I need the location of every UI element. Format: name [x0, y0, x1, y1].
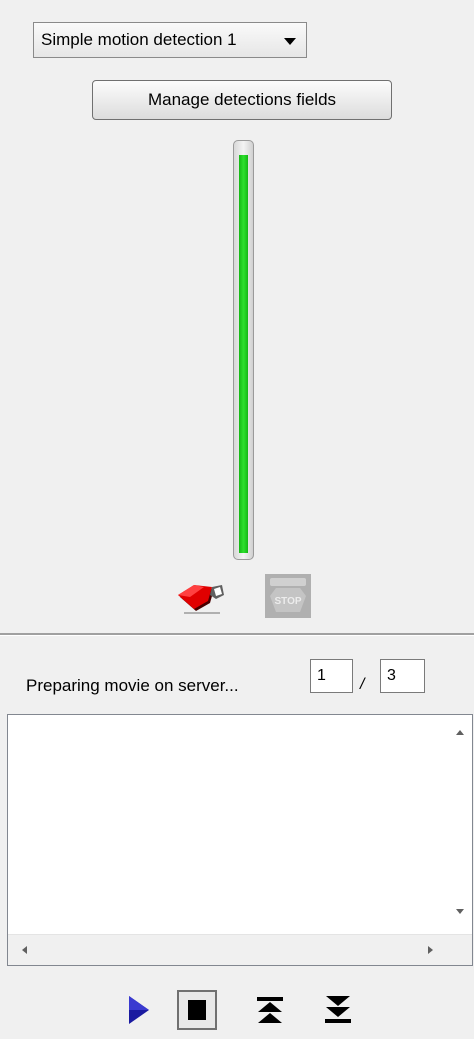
- section-divider: [0, 633, 474, 636]
- skip-to-end-icon: [325, 996, 351, 1023]
- horizontal-scrollbar[interactable]: [8, 934, 472, 965]
- skip-to-start-icon: [257, 997, 283, 1023]
- stop-button[interactable]: [177, 990, 217, 1030]
- part-separator: /: [360, 676, 365, 693]
- stop-sign-icon[interactable]: STOP: [262, 572, 314, 620]
- record-icon[interactable]: [176, 573, 228, 619]
- scroll-right-icon[interactable]: [428, 946, 433, 954]
- total-parts-field[interactable]: 3: [380, 659, 425, 693]
- motion-level-fill: [239, 155, 248, 553]
- status-label: Preparing movie on server...: [26, 676, 239, 695]
- detection-mode-select[interactable]: Simple motion detection 1: [33, 22, 307, 58]
- motion-level-meter: [233, 140, 254, 560]
- chevron-down-icon: [284, 38, 296, 45]
- skip-to-start-button[interactable]: [250, 990, 290, 1030]
- current-part-field[interactable]: 1: [310, 659, 353, 693]
- scroll-left-icon[interactable]: [22, 946, 27, 954]
- play-icon: [129, 996, 149, 1024]
- svg-text:STOP: STOP: [274, 596, 301, 607]
- scroll-down-icon[interactable]: [456, 909, 464, 914]
- manage-detection-fields-button[interactable]: Manage detections fields: [92, 80, 392, 120]
- detection-mode-value: Simple motion detection 1: [41, 30, 237, 49]
- stop-icon: [188, 1000, 206, 1020]
- skip-to-end-button[interactable]: [318, 990, 358, 1030]
- scroll-up-icon[interactable]: [456, 730, 464, 735]
- play-button[interactable]: [117, 990, 157, 1030]
- log-textarea[interactable]: [7, 714, 473, 966]
